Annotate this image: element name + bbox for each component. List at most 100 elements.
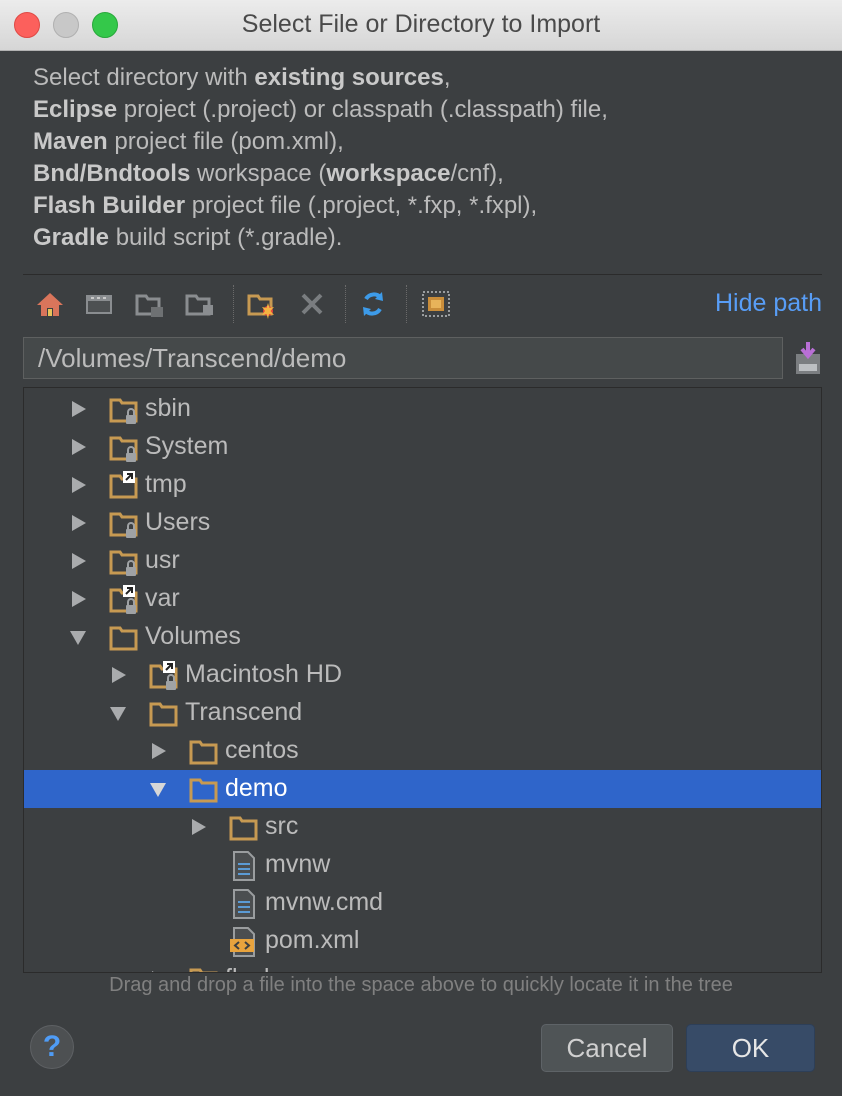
- collapsed-arrow-icon[interactable]: [188, 817, 208, 837]
- tree-item-label: src: [265, 812, 299, 840]
- locked-folder-icon: [108, 395, 140, 425]
- tree-item-label: Users: [145, 508, 211, 536]
- tree-row[interactable]: var: [24, 580, 821, 618]
- description-line: Flash Builder project file (.project, *.…: [33, 190, 608, 222]
- folder-icon: [188, 775, 220, 805]
- path-history-button[interactable]: [793, 340, 823, 376]
- tree-row[interactable]: demo: [24, 770, 821, 808]
- tree-row[interactable]: usr: [24, 542, 821, 580]
- title-bar: Select File or Directory to Import: [0, 0, 842, 51]
- emphasis-text: Gradle: [33, 224, 110, 251]
- emphasis-text: Flash Builder: [33, 192, 186, 219]
- tree-item-label: demo: [225, 774, 288, 802]
- description-line: Maven project file (pom.xml),: [33, 126, 608, 158]
- description-text-segment: workspace (: [190, 160, 327, 187]
- description-text-segment: project file (pom.xml),: [107, 128, 344, 155]
- tree-item-label: tmp: [145, 470, 187, 498]
- desktop-icon[interactable]: [82, 287, 116, 321]
- locked-folder-icon: [108, 509, 140, 539]
- show-hidden-icon[interactable]: [419, 287, 453, 321]
- module-folder-icon[interactable]: [183, 287, 217, 321]
- collapsed-arrow-icon[interactable]: [148, 969, 168, 972]
- description-text-segment: build script (*.gradle).: [109, 224, 343, 251]
- folder-icon: [228, 813, 260, 843]
- new-folder-icon[interactable]: [245, 287, 279, 321]
- tree-item-label: mvnw: [265, 850, 331, 878]
- folder-icon: [188, 965, 220, 972]
- folder-icon: [188, 737, 220, 767]
- tree-item-label: System: [145, 432, 229, 460]
- tree-row[interactable]: sbin: [24, 390, 821, 428]
- tree-item-label: sbin: [145, 394, 191, 422]
- expanded-arrow-icon[interactable]: [68, 627, 88, 647]
- description-text-segment: ,: [443, 64, 451, 91]
- toolbar-separator: [345, 285, 347, 323]
- tree-row[interactable]: mvnw.cmd: [24, 884, 821, 922]
- emphasis-text: Maven: [33, 128, 108, 155]
- collapsed-arrow-icon[interactable]: [68, 399, 88, 419]
- toolbar-separator: [233, 285, 235, 323]
- emphasis-text: workspace: [326, 160, 451, 187]
- collapsed-arrow-icon[interactable]: [68, 437, 88, 457]
- symlink-folder-icon: [108, 471, 140, 501]
- hide-path-link[interactable]: Hide path: [715, 289, 822, 318]
- collapsed-arrow-icon[interactable]: [148, 741, 168, 761]
- locked-folder-icon: [108, 547, 140, 577]
- tree-row[interactable]: tmp: [24, 466, 821, 504]
- description-line: Gradle build script (*.gradle).: [33, 222, 608, 254]
- toolbar: Hide path: [23, 281, 822, 327]
- expanded-arrow-icon[interactable]: [148, 779, 168, 799]
- locked-symlink-folder-icon: [108, 585, 140, 615]
- locked-folder-icon: [108, 433, 140, 463]
- collapsed-arrow-icon[interactable]: [108, 665, 128, 685]
- tree-row[interactable]: flash: [24, 960, 821, 972]
- tree-item-label: var: [145, 584, 180, 612]
- description-text-segment: /cnf),: [450, 160, 504, 187]
- tree-item-label: flash: [225, 964, 278, 972]
- description-text-segment: Select directory with: [33, 64, 255, 91]
- tree-item-label: Macintosh HD: [185, 660, 342, 688]
- collapsed-arrow-icon[interactable]: [68, 475, 88, 495]
- emphasis-text: Bnd/Bndtools: [33, 160, 191, 187]
- description-text: Select directory with existing sources, E…: [33, 62, 608, 254]
- tree-row[interactable]: centos: [24, 732, 821, 770]
- description-line: Select directory with existing sources,: [33, 62, 608, 94]
- tree-item-label: Volumes: [145, 622, 241, 650]
- file-tree[interactable]: sbin System tmp Users usr var Volumes Macintosh…: [23, 387, 822, 973]
- help-button[interactable]: ?: [30, 1025, 74, 1069]
- collapsed-arrow-icon[interactable]: [68, 589, 88, 609]
- tree-row[interactable]: Transcend: [24, 694, 821, 732]
- emphasis-text: existing sources: [254, 64, 444, 91]
- tree-item-label: mvnw.cmd: [265, 888, 384, 916]
- tree-row[interactable]: Users: [24, 504, 821, 542]
- description-line: Eclipse project (.project) or classpath …: [33, 94, 608, 126]
- xml-file-icon: [228, 927, 260, 957]
- locked-symlink-folder-icon: [148, 661, 180, 691]
- path-input[interactable]: /Volumes/Transcend/demo: [23, 337, 783, 379]
- text-file-icon: [228, 889, 260, 919]
- tree-item-label: pom.xml: [265, 926, 360, 954]
- collapsed-arrow-icon[interactable]: [68, 513, 88, 533]
- drag-drop-hint: Drag and drop a file into the space abov…: [109, 974, 733, 996]
- delete-icon[interactable]: [295, 287, 329, 321]
- refresh-icon[interactable]: [356, 287, 390, 321]
- expanded-arrow-icon[interactable]: [108, 703, 128, 723]
- project-folder-icon[interactable]: [133, 287, 167, 321]
- ok-button[interactable]: OK: [686, 1024, 815, 1072]
- divider: [23, 274, 822, 275]
- tree-row[interactable]: System: [24, 428, 821, 466]
- cancel-button[interactable]: Cancel: [541, 1024, 673, 1072]
- import-dialog: Select File or Directory to Import Selec…: [0, 0, 842, 1096]
- toolbar-separator: [406, 285, 408, 323]
- tree-row[interactable]: pom.xml: [24, 922, 821, 960]
- tree-row[interactable]: Volumes: [24, 618, 821, 656]
- folder-icon: [108, 623, 140, 653]
- tree-row[interactable]: mvnw: [24, 846, 821, 884]
- tree-row[interactable]: src: [24, 808, 821, 846]
- tree-row[interactable]: Macintosh HD: [24, 656, 821, 694]
- tree-item-label: centos: [225, 736, 299, 764]
- home-icon[interactable]: [33, 287, 67, 321]
- collapsed-arrow-icon[interactable]: [68, 551, 88, 571]
- emphasis-text: Eclipse: [33, 96, 118, 123]
- description-line: Bnd/Bndtools workspace (workspace/cnf),: [33, 158, 608, 190]
